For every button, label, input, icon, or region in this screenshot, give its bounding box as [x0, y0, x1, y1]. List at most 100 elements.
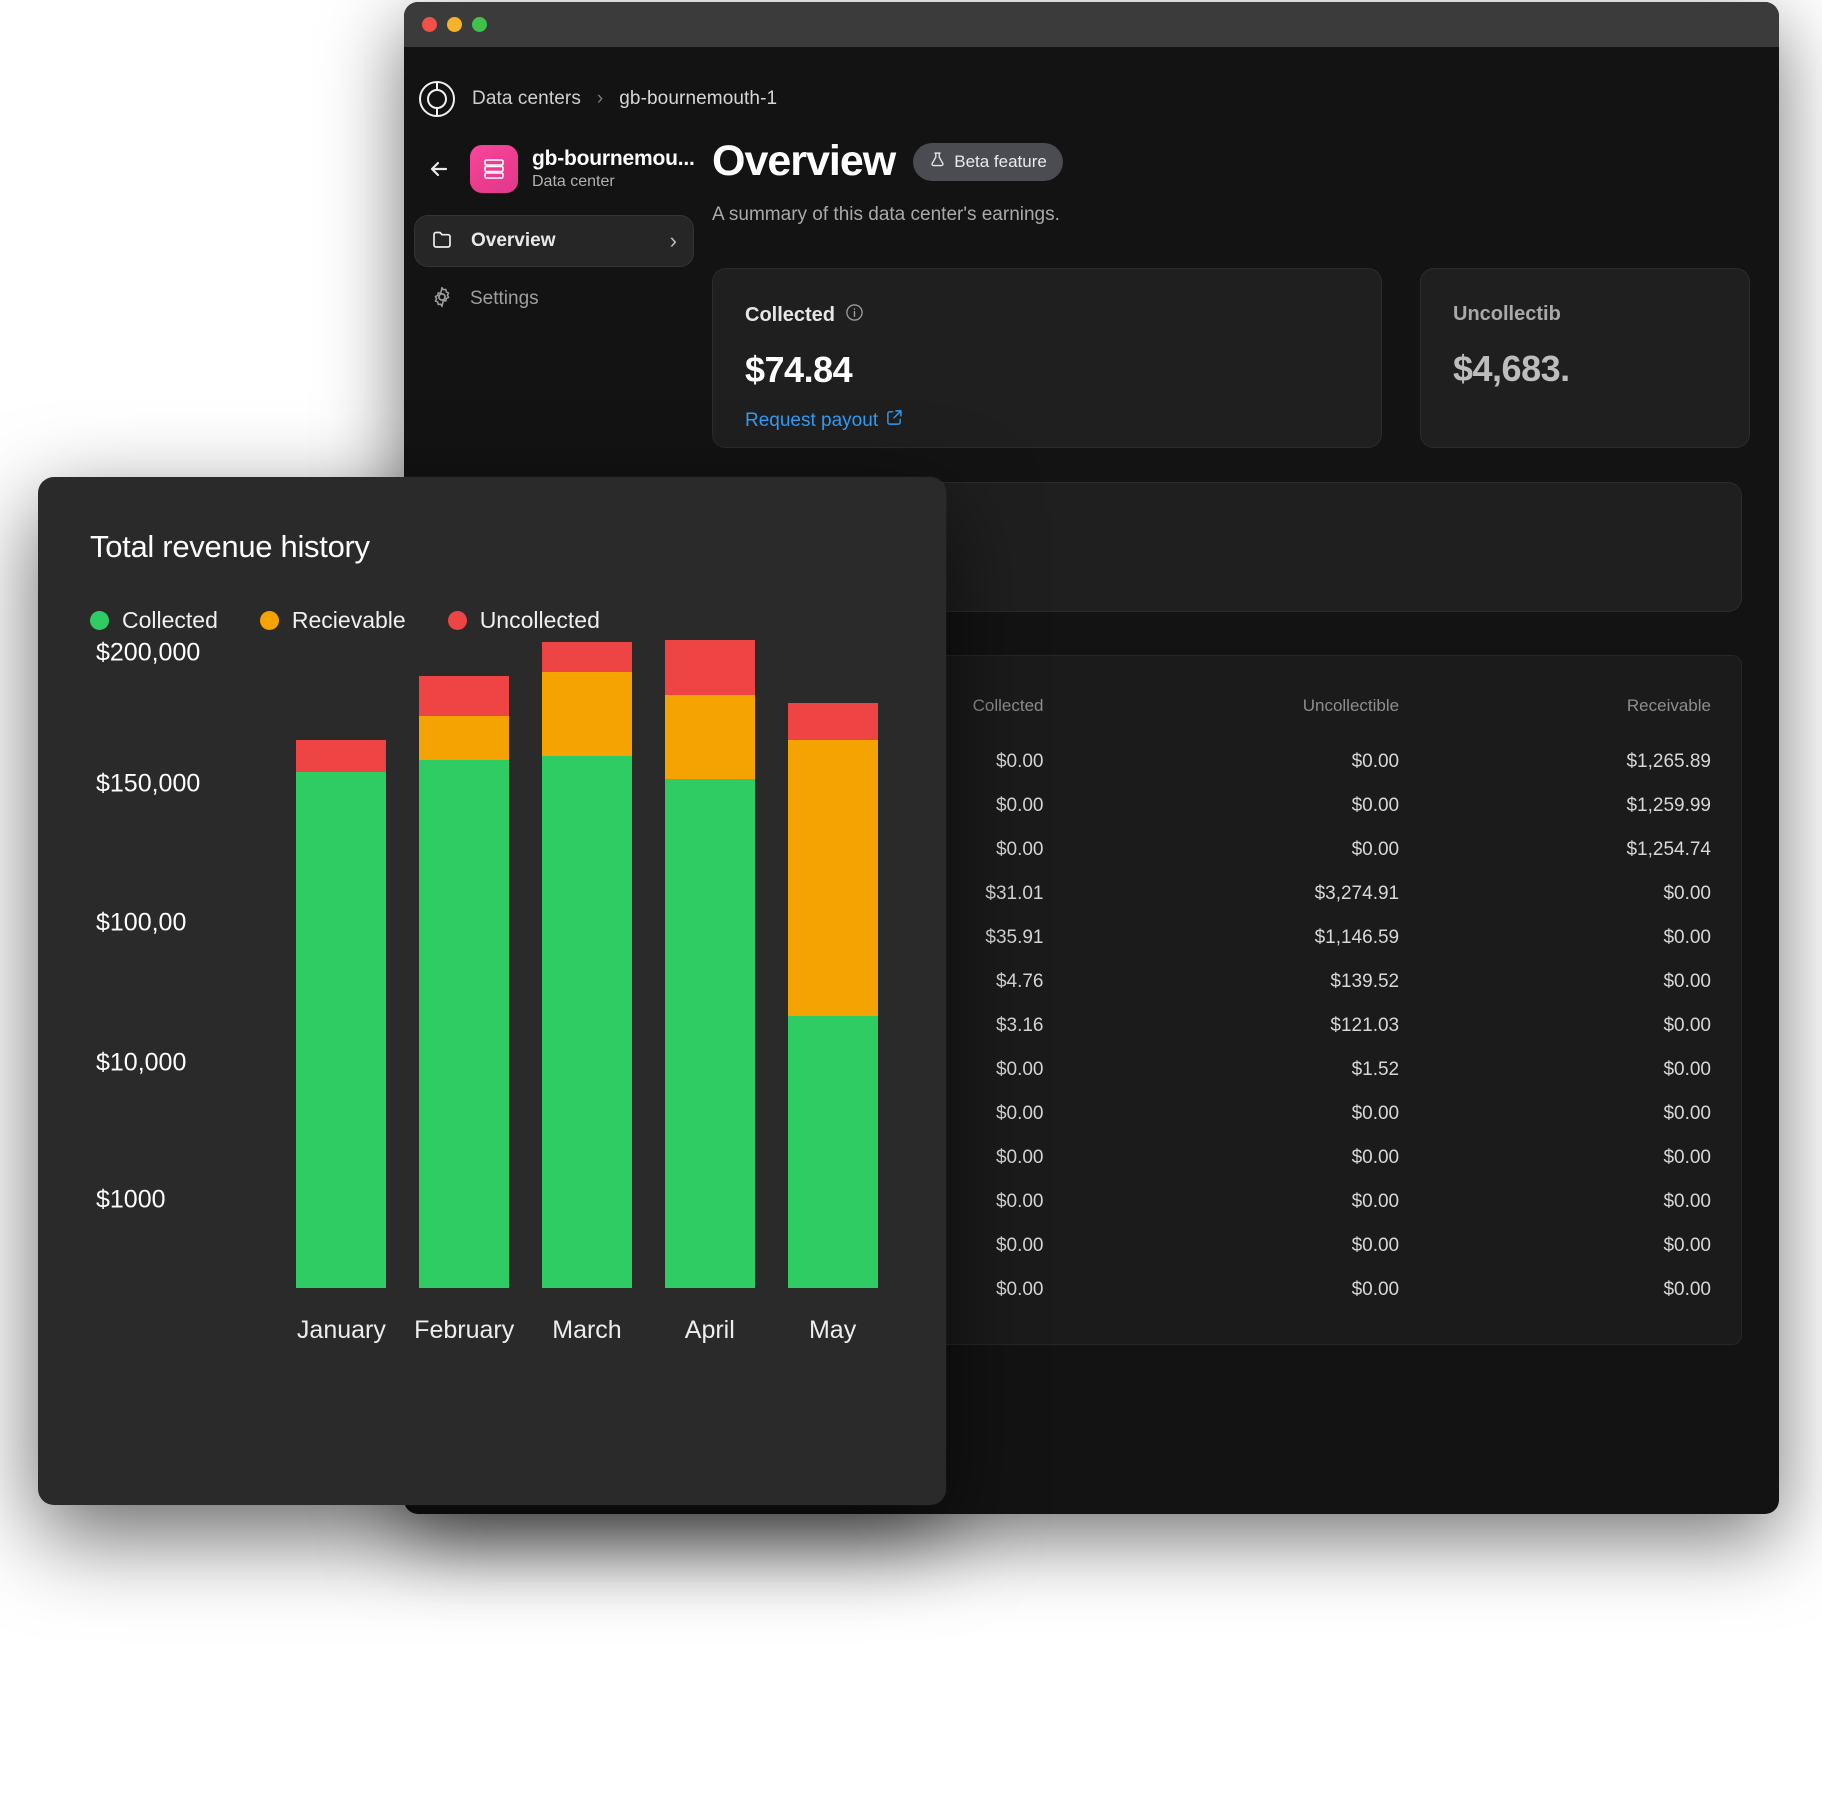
card-uncollectible: Uncollectib $4,683.	[1420, 268, 1750, 448]
table-cell: $0.00	[1663, 1059, 1711, 1080]
page-title: Overview	[712, 137, 896, 185]
screenshot-stage: Data centers › gb-bournemouth-1 gb-bourn…	[0, 0, 1822, 1798]
chart-x-axis: January February March April May	[280, 1316, 894, 1345]
breadcrumb-current[interactable]: gb-bournemouth-1	[619, 88, 777, 110]
window-titlebar	[404, 2, 1779, 47]
request-payout-link[interactable]: Request payout	[745, 409, 1349, 432]
request-payout-label: Request payout	[745, 409, 879, 431]
y-axis-tick-label: $1000	[96, 1185, 166, 1214]
sidebar-datacenter-name: gb-bournemou...	[532, 147, 695, 170]
legend-swatch-icon	[90, 611, 109, 630]
legend-item-collected[interactable]: Collected	[90, 607, 218, 634]
sidebar-datacenter-type: Data center	[532, 173, 615, 190]
col-uncollectible: Uncollectible	[1302, 696, 1400, 715]
close-window-button[interactable]	[422, 17, 437, 32]
table-cell: $0.00	[1351, 795, 1400, 816]
sidebar-nav: Overview › Settings	[414, 215, 704, 325]
chart-bar-column	[648, 640, 771, 1288]
chart-bars	[280, 640, 894, 1288]
chart-bar-march[interactable]	[541, 642, 632, 1288]
x-axis-tick-label: April	[684, 1316, 735, 1344]
bar-segment-uncollected	[787, 703, 878, 740]
chart-bar-column	[526, 642, 649, 1288]
table-cell: $1,259.99	[1626, 795, 1711, 816]
table-cell: $0.00	[1663, 971, 1711, 992]
flask-icon	[929, 151, 946, 173]
bar-segment-receivable	[664, 695, 755, 779]
table-cell: $1,146.59	[1314, 927, 1400, 948]
table-cell: $121.03	[1330, 1015, 1400, 1036]
chart-bar-february[interactable]	[419, 676, 510, 1288]
server-rack-icon	[470, 145, 518, 193]
card-collected-value: $74.84	[745, 349, 853, 390]
card-uncollectible-value: $4,683.	[1453, 348, 1570, 389]
info-icon[interactable]	[845, 303, 864, 327]
minimize-window-button[interactable]	[447, 17, 462, 32]
x-axis-tick-label: February	[414, 1316, 515, 1344]
bar-segment-collected	[787, 1016, 878, 1288]
chevron-right-icon: ›	[596, 88, 604, 109]
legend-item-uncollected[interactable]: Uncollected	[447, 607, 600, 634]
chart-bar-april[interactable]	[664, 640, 755, 1288]
table-cell: $0.00	[1663, 1191, 1711, 1212]
sidebar-item-overview[interactable]: Overview ›	[414, 215, 694, 267]
chart-bar-column	[280, 740, 403, 1288]
card-uncollectible-label: Uncollectib	[1453, 303, 1561, 325]
maximize-window-button[interactable]	[472, 17, 487, 32]
legend-label: Uncollected	[479, 607, 600, 633]
sidebar-item-overview-label: Overview	[471, 230, 556, 251]
chart-legend: Collected Recievable Uncollected	[90, 607, 894, 634]
bar-segment-receivable	[419, 716, 510, 760]
revenue-chart-panel: Total revenue history Collected Recievabl…	[38, 477, 946, 1505]
table-cell: $0.00	[1663, 1279, 1711, 1300]
arrow-left-icon[interactable]	[426, 154, 456, 184]
chart-bar-may[interactable]	[787, 703, 878, 1288]
table-cell: $0.00	[1351, 1279, 1400, 1300]
table-cell: $0.00	[1351, 839, 1400, 860]
breadcrumb-root[interactable]: Data centers	[472, 88, 581, 110]
bar-segment-uncollected	[541, 642, 632, 672]
page-title-row: Overview Beta feature	[712, 137, 1779, 186]
beta-badge-label: Beta feature	[954, 151, 1047, 171]
legend-label: Recievable	[291, 607, 406, 633]
status-badge-beta: Beta feature	[913, 142, 1063, 181]
table-cell: $0.00	[1663, 1103, 1711, 1124]
chart-y-axis: $200,000 $150,000 $100,00 $10,000 $1000	[90, 639, 280, 1288]
bar-segment-collected	[296, 772, 387, 1288]
legend-swatch-icon	[259, 611, 279, 630]
table-cell: $1,265.89	[1626, 751, 1711, 772]
breadcrumb: Data centers › gb-bournemouth-1	[404, 47, 1779, 129]
legend-item-recievable[interactable]: Recievable	[259, 607, 406, 634]
bar-segment-uncollected	[296, 740, 387, 772]
sidebar-header: gb-bournemou... Data center	[414, 139, 704, 193]
card-collected: Collected $74.84 Request payout	[712, 268, 1382, 448]
chart-plot-area: $200,000 $150,000 $100,00 $10,000 $1000 Janu…	[90, 639, 894, 1368]
bar-segment-collected	[664, 779, 755, 1288]
folder-icon	[431, 227, 455, 256]
table-cell: $0.00	[1351, 1191, 1400, 1212]
y-axis-tick-label: $200,000	[96, 638, 201, 667]
sidebar-datacenter-info: gb-bournemou... Data center	[532, 147, 695, 191]
chevron-right-icon: ›	[669, 228, 677, 253]
table-cell: $0.00	[1351, 1103, 1400, 1124]
legend-label: Collected	[122, 607, 218, 633]
table-cell: $0.00	[1663, 1235, 1711, 1256]
x-axis-tick-label: March	[552, 1316, 622, 1344]
card-collected-label: Collected	[745, 303, 836, 326]
table-cell: $0.00	[1663, 1015, 1711, 1036]
chart-bar-january[interactable]	[296, 740, 387, 1288]
col-receivable: Receivable	[1626, 696, 1711, 715]
sidebar-item-settings[interactable]: Settings	[414, 273, 694, 325]
x-axis-tick-label: January	[296, 1316, 386, 1344]
bar-segment-uncollected	[419, 676, 510, 716]
circle-logo-icon	[418, 80, 456, 118]
table-cell: $0.00	[1351, 1147, 1400, 1168]
bar-segment-receivable	[787, 740, 878, 1016]
table-cell: $0.00	[1663, 927, 1711, 948]
bar-segment-collected	[541, 756, 632, 1288]
table-cell: $1,254.74	[1626, 839, 1711, 860]
page-subtitle: A summary of this data center's earnings…	[712, 204, 1060, 225]
chart-bar-column	[403, 676, 526, 1288]
table-cell: $0.00	[1663, 883, 1711, 904]
y-axis-tick-label: $100,00	[96, 908, 187, 937]
